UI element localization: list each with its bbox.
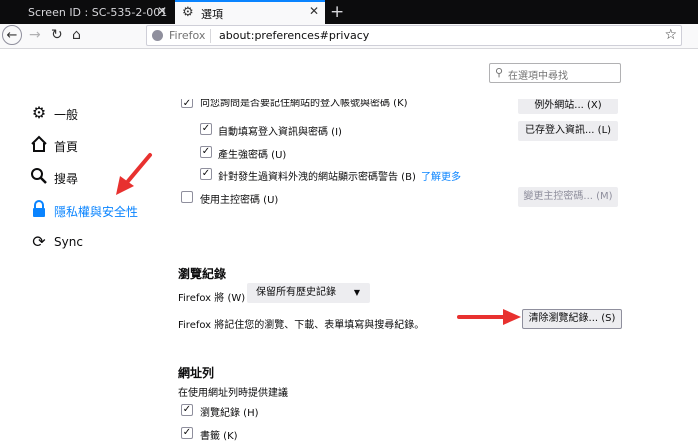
master-password-label: 使用主控密碼 (U) xyxy=(200,195,279,206)
autofill-checkbox[interactable]: ✓ xyxy=(200,123,212,135)
gear-icon: ⚙ xyxy=(31,103,47,122)
url-bar[interactable]: Firefox about:preferences#privacy ☆ xyxy=(146,25,682,46)
bookmark-star-icon[interactable]: ☆ xyxy=(664,27,677,43)
history-description: Firefox 將記住您的瀏覽、下載、表單填寫與搜尋紀錄。 xyxy=(178,320,425,331)
addressbar-description: 在使用網址列時提供建議 xyxy=(178,388,288,399)
arrow-to-privacy-annotation xyxy=(116,153,152,195)
autofill-label: 自動填寫登入資訊與密碼 (I) xyxy=(218,127,342,138)
history-section-title: 瀏覽紀錄 xyxy=(178,267,227,281)
search-options-input[interactable]: ⚲ 在選項中尋找 xyxy=(489,63,621,83)
search-icon: ⚲ xyxy=(495,66,504,79)
suggest-password-checkbox[interactable]: ✓ xyxy=(200,146,212,158)
master-password-checkbox[interactable] xyxy=(181,191,193,203)
identity-label: Firefox xyxy=(169,29,206,42)
history-mode-dropdown[interactable]: 保留所有歷史記錄 ▼ xyxy=(247,283,370,303)
breach-alert-label: 針對發生過資料外洩的網站顯示密碼警告 (B) xyxy=(218,172,416,183)
sidebar-item-label: 隱私權與安全性 xyxy=(54,205,139,219)
arrow-to-clear-history-annotation xyxy=(457,309,521,325)
new-tab-button[interactable]: + xyxy=(330,2,344,22)
sidebar-item-label: 搜尋 xyxy=(54,172,79,186)
forward-button[interactable]: → xyxy=(29,27,41,43)
suggest-bookmarks-label: 書籤 (K) xyxy=(200,431,238,442)
tab-title: 選項 xyxy=(201,8,223,21)
sync-icon: ⟳ xyxy=(32,232,46,251)
close-icon[interactable]: ✕ xyxy=(157,4,167,18)
sidebar-item-label: 一般 xyxy=(54,108,79,122)
ask-save-logins-label: 向您詢問是否要記住網站的登入帳號與密碼 (K) xyxy=(200,99,408,109)
change-master-password-button[interactable]: 變更主控密碼... (M) xyxy=(518,187,618,207)
sidebar-item-label: 首頁 xyxy=(54,140,79,154)
search-icon xyxy=(30,167,48,189)
home-button[interactable]: ⌂ xyxy=(72,27,81,43)
tab-screen-id[interactable]: Screen ID : SC-535-2-001 ✕ xyxy=(0,0,174,24)
exceptions-button[interactable]: 例外網站... (X) xyxy=(518,99,618,114)
sidebar-item-label: Sync xyxy=(54,235,83,249)
chevron-down-icon: ▼ xyxy=(353,288,360,297)
history-mode-value: 保留所有歷史記錄 xyxy=(256,287,336,298)
saved-logins-button[interactable]: 已存登入資訊... (L) xyxy=(518,121,618,141)
url-separator xyxy=(210,29,211,43)
search-placeholder: 在選項中尋找 xyxy=(508,71,568,82)
suggest-history-checkbox[interactable]: ✓ xyxy=(181,404,193,416)
tab-strip: Screen ID : SC-535-2-001 ✕ ⚙ 選項 ✕ + xyxy=(0,0,698,24)
history-mode-label: Firefox 將 (W) xyxy=(178,293,246,304)
reload-button[interactable]: ↻ xyxy=(51,27,63,43)
home-icon xyxy=(30,135,48,157)
clear-history-button[interactable]: 清除瀏覽紀錄... (S) xyxy=(522,309,622,329)
learn-more-link[interactable]: 了解更多 xyxy=(421,168,461,183)
firefox-icon xyxy=(152,30,163,41)
suggest-password-label: 產生強密碼 (U) xyxy=(218,150,287,161)
tab-options[interactable]: ⚙ 選項 ✕ xyxy=(175,0,325,24)
breach-alert-checkbox[interactable]: ✓ xyxy=(200,168,212,180)
addressbar-section-title: 網址列 xyxy=(178,366,215,380)
tab-title: Screen ID : SC-535-2-001 xyxy=(28,6,168,19)
gear-icon: ⚙ xyxy=(182,5,194,20)
url-text[interactable]: about:preferences#privacy xyxy=(219,29,369,42)
close-icon[interactable]: ✕ xyxy=(309,4,319,18)
navigation-bar: ← → ↻ ⌂ Firefox about:preferences#privac… xyxy=(0,24,698,49)
ask-save-logins-checkbox[interactable]: ✓ xyxy=(181,99,193,109)
back-button[interactable]: ← xyxy=(2,25,22,45)
suggest-bookmarks-checkbox[interactable]: ✓ xyxy=(181,427,193,439)
lock-icon xyxy=(30,200,48,222)
suggest-history-label: 瀏覽紀錄 (H) xyxy=(200,408,259,419)
